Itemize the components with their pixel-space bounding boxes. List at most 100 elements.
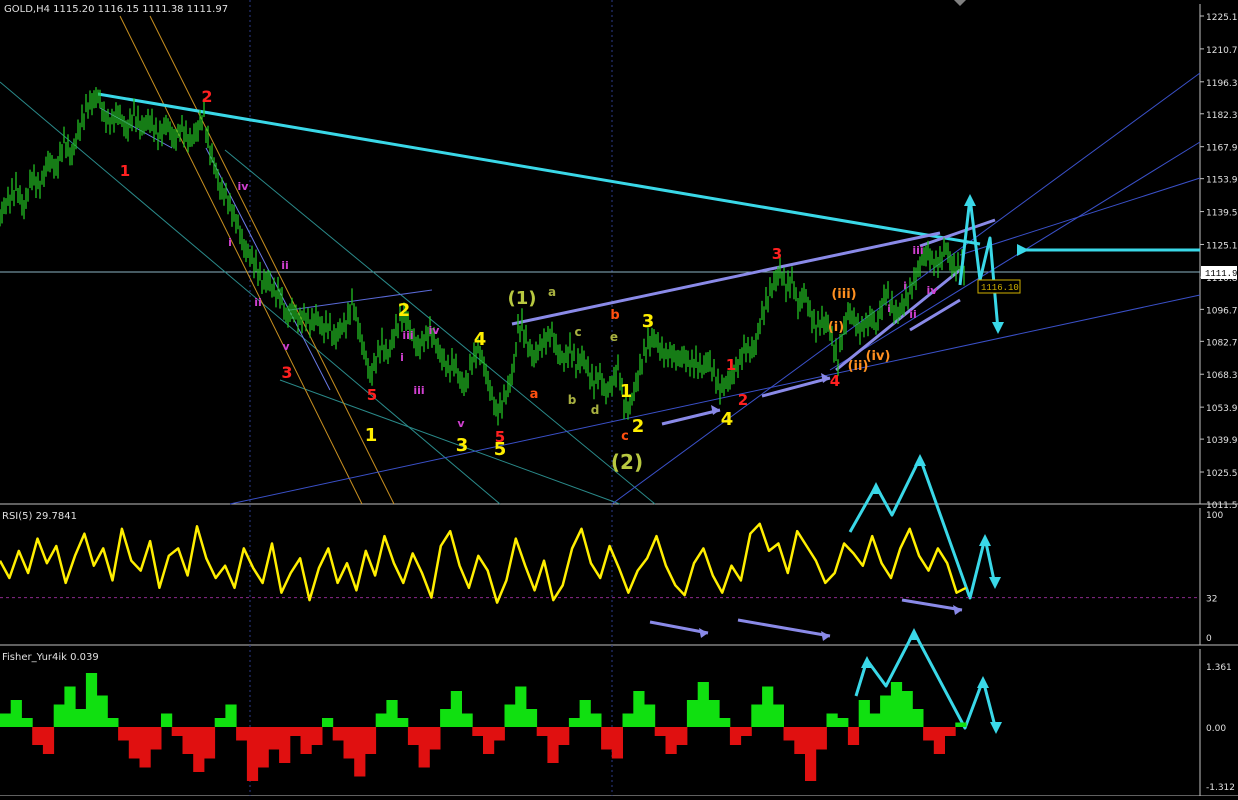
fisher-bar: [0, 713, 12, 727]
wave-label: iv: [927, 284, 939, 297]
price-tick-label: 1139.5: [1206, 209, 1238, 219]
fisher-bar: [461, 713, 473, 727]
fisher-bar: [139, 727, 151, 768]
fisher-bar: [901, 691, 913, 727]
fisher-bar: [644, 704, 656, 727]
arrow-head-icon: [1017, 244, 1029, 256]
price-tick-label: 1182.3: [1206, 111, 1238, 121]
wave-label: 1: [120, 162, 130, 180]
channel-line: [289, 289, 433, 311]
fisher-bar: [676, 727, 688, 745]
fisher-bar: [236, 727, 248, 741]
fisher-bar: [493, 727, 505, 741]
fisher-bar: [483, 727, 495, 754]
arrow-head-icon: [711, 405, 720, 415]
wave-label: 3: [642, 311, 655, 332]
arrow-head-icon: [979, 534, 991, 546]
fisher-bar: [343, 727, 355, 759]
trendlines: [0, 15, 1201, 641]
arrow-head-icon: [964, 194, 976, 206]
fisher-bar: [96, 695, 108, 727]
fisher-panel: 1.361 0.00 -1.312: [0, 663, 1235, 793]
fisher-bar: [536, 727, 548, 736]
fisher-bar: [847, 727, 860, 745]
arrow-head-icon: [992, 322, 1004, 334]
channel-line: [959, 177, 1201, 256]
divergence-arrow: [661, 408, 721, 426]
fisher-bar: [783, 727, 795, 741]
fisher-bar: [837, 718, 849, 727]
chart-canvas: 123551234iiiiii ivviiiiiiivviiiiiviii241 3…: [0, 0, 1238, 797]
fisher-bar: [751, 704, 763, 727]
fisher-bar: [568, 718, 581, 727]
price-tick-label: 1096.7: [1206, 306, 1238, 316]
fisher-bar: [665, 727, 677, 754]
wave-label: 1: [726, 356, 736, 374]
price-bars: [0, 87, 965, 426]
main-chart-title: GOLD,H4 1115.20 1116.15 1111.38 1111.97: [4, 4, 228, 15]
wave-label: b: [610, 308, 619, 323]
arrow-head-icon: [990, 722, 1002, 734]
fisher-bar: [128, 727, 140, 759]
fisher-bar: [772, 704, 784, 727]
price-tick-label: 1082.7: [1206, 338, 1238, 348]
wave-label: (1): [508, 288, 537, 309]
fisher-bar: [708, 700, 720, 727]
fisher-bar: [815, 727, 827, 750]
fisher-bar: [633, 691, 645, 727]
fisher-bar: [64, 686, 76, 727]
fisher-bar: [225, 704, 237, 727]
price-axis: 1225.1 1210.7 1196.3 1182.3 1167.9 1153.9 1139…: [1200, 13, 1238, 511]
fisher-bar: [53, 704, 65, 727]
wave-label: 1: [365, 425, 378, 446]
price-tick-label: 1025.5: [1206, 469, 1238, 479]
fisher-bar: [32, 727, 44, 745]
fisher-bar: [193, 727, 205, 772]
wave-trendline: [919, 218, 996, 248]
fib-line: [119, 15, 363, 505]
price-tick-label: 1225.1: [1206, 13, 1238, 23]
fisher-bar: [472, 727, 484, 736]
fisher-bar: [697, 682, 709, 727]
wave-label: v: [282, 340, 290, 353]
wave-label: iv: [238, 180, 250, 193]
wave-labels: 123551234iiiiii ivviiiiiiivviiiiiviii241 3…: [120, 87, 939, 474]
fisher-bar: [515, 686, 527, 727]
wave-label: 4: [474, 329, 487, 350]
wave-label: iii: [912, 244, 923, 257]
wave-label: 2: [738, 391, 748, 409]
fisher-bar: [525, 709, 538, 727]
fisher-bar: [279, 727, 291, 763]
fisher-bar: [246, 727, 259, 781]
rsi-tick-label: 0: [1206, 634, 1212, 644]
wave-label: (ii): [848, 359, 869, 374]
fisher-bar: [429, 727, 441, 750]
channel-line: [224, 149, 656, 505]
wave-label: 1: [620, 381, 633, 402]
fisher-bar: [354, 727, 366, 777]
fisher-bar: [890, 682, 903, 727]
fisher-bar: [579, 700, 591, 727]
fisher-bar: [311, 727, 323, 745]
wave-label: 4: [830, 372, 840, 390]
fisher-title: Fisher_Yur4ik 0.039: [2, 652, 99, 663]
fisher-bar: [85, 673, 98, 727]
fisher-bar: [826, 713, 838, 727]
price-tick-label: 1053.9: [1206, 404, 1238, 414]
fisher-bar: [182, 727, 194, 754]
fisher-bar: [118, 727, 130, 741]
scroll-chevron-icon[interactable]: [954, 0, 966, 6]
wave-label: (2): [611, 450, 643, 474]
fisher-bar: [450, 691, 462, 727]
fisher-bar: [440, 709, 452, 727]
wave-label: ii: [254, 296, 262, 309]
rsi-tick-label: 100: [1206, 511, 1223, 521]
fisher-bar: [686, 700, 699, 727]
metatrader-chart[interactable]: 1 2 3 5 5 1 2 3 4 i ii iii iv v ii i iii iv v i iii iv ii i 2 4 1 3…: [0, 0, 1238, 797]
fisher-bar: [407, 727, 420, 745]
fisher-bar: [558, 727, 570, 745]
fisher-tick-label: 0.00: [1206, 724, 1226, 734]
fisher-tick-label: -1.312: [1206, 783, 1235, 793]
channel-line: [205, 147, 331, 391]
price-marker-label: 1116.10: [981, 283, 1019, 293]
